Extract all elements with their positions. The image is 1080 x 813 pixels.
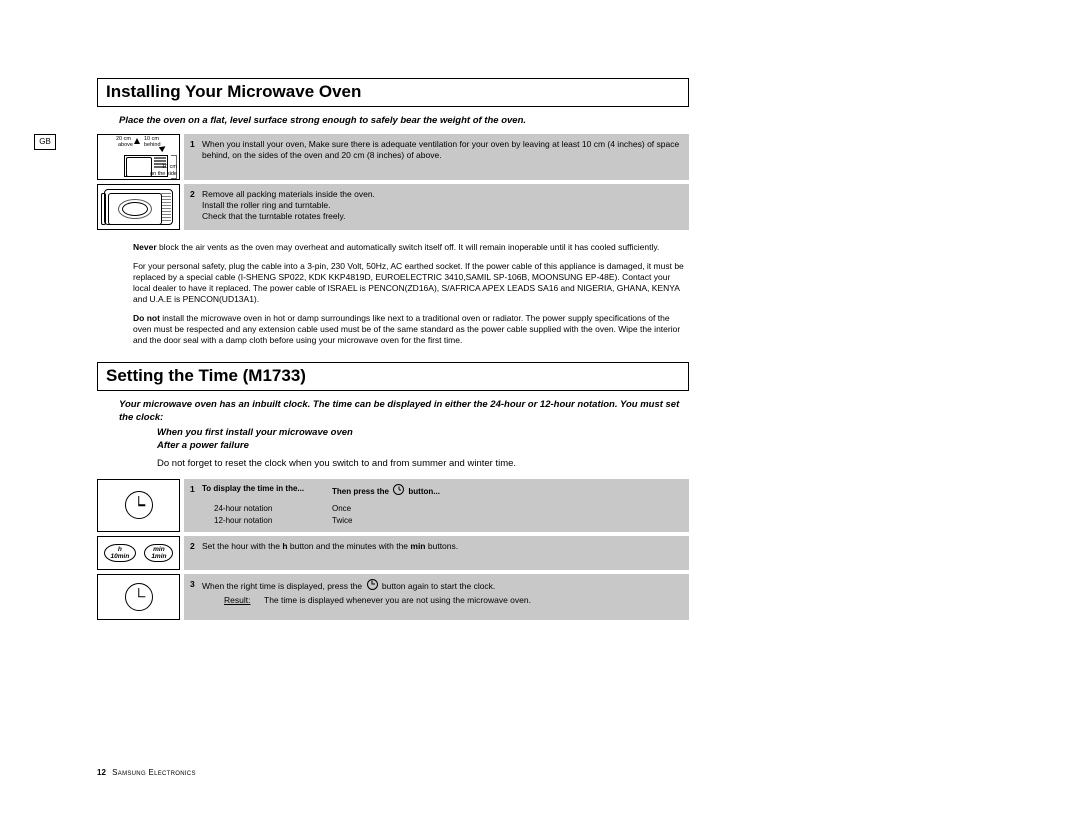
step-text: When you install your oven, Make sure th…	[202, 139, 683, 175]
step-number: 1	[190, 484, 202, 526]
install-step-2: 2 Remove all packing materials inside th…	[97, 184, 689, 230]
section-title-time: Setting the Time (M1733)	[97, 362, 689, 391]
diagram-label: on the side	[150, 172, 177, 178]
time-step-1: 1 To display the time in the... Then pre…	[97, 479, 689, 531]
turntable-diagram	[97, 184, 180, 230]
footer-brand: Samsung Electronics	[112, 768, 196, 777]
clock-icon	[367, 579, 378, 590]
step-body: 3 When the right time is displayed, pres…	[184, 574, 689, 620]
time-bullet: After a power failure	[157, 440, 689, 453]
page-content: Installing Your Microwave Oven Place the…	[97, 78, 689, 624]
safety-paragraph: For your personal safety, plug the cable…	[133, 261, 689, 305]
step-body: 1 To display the time in the... Then pre…	[184, 479, 689, 531]
time-step-3: 3 When the right time is displayed, pres…	[97, 574, 689, 620]
step-number: 2	[190, 541, 202, 565]
step-body: 2 Remove all packing materials inside th…	[184, 184, 689, 230]
step-number: 2	[190, 189, 202, 225]
step-text: When the right time is displayed, press …	[202, 579, 683, 606]
hour-min-buttons-diagram: h 10min min 1min	[97, 536, 180, 570]
step-number: 1	[190, 139, 202, 175]
warning-donot: Do not install the microwave oven in hot…	[133, 313, 689, 346]
arrow-up-icon	[134, 138, 140, 144]
region-badge: GB	[34, 134, 56, 150]
step-text: Set the hour with the h button and the m…	[202, 541, 683, 565]
clock-button-diagram	[97, 574, 180, 620]
min-button-icon: min 1min	[144, 544, 173, 562]
install-intro: Place the oven on a flat, level surface …	[119, 115, 689, 128]
h-button-icon: h 10min	[104, 544, 137, 562]
ventilation-diagram: 20 cm above 10 cm behind 10 cm on the si…	[97, 134, 180, 180]
result-line: Result: The time is displayed whenever y…	[202, 595, 683, 606]
step-body: 2 Set the hour with the h button and the…	[184, 536, 689, 570]
time-bullet: When you first install your microwave ov…	[157, 427, 689, 440]
install-step-1: 20 cm above 10 cm behind 10 cm on the si…	[97, 134, 689, 180]
clock-icon	[393, 484, 404, 495]
arrow-icon	[159, 144, 167, 152]
table-rows: 24-hour notationOnce 12-hour notationTwi…	[202, 503, 683, 527]
diagram-label: 10 cm	[162, 165, 177, 171]
step-number: 3	[190, 579, 202, 606]
time-step-2: h 10min min 1min 2 Set the hour with the…	[97, 536, 689, 570]
step-text: Remove all packing materials inside the …	[202, 189, 683, 225]
time-intro: Your microwave oven has an inbuilt clock…	[119, 399, 689, 425]
diagram-label: above	[118, 143, 133, 149]
page-number: 12	[97, 768, 106, 777]
step-line: Install the roller ring and turntable.	[202, 200, 683, 211]
summer-note: Do not forget to reset the clock when yo…	[157, 458, 689, 471]
table-header: To display the time in the... Then press…	[202, 484, 683, 497]
clock-button-diagram	[97, 479, 180, 531]
step-line: Remove all packing materials inside the …	[202, 189, 683, 200]
clock-icon	[125, 583, 153, 611]
step-line: Check that the turntable rotates freely.	[202, 211, 683, 222]
page-footer: 12 Samsung Electronics	[97, 768, 196, 777]
clock-icon	[125, 491, 153, 519]
step-body: 1 When you install your oven, Make sure …	[184, 134, 689, 180]
warning-never: Never block the air vents as the oven ma…	[133, 242, 689, 253]
section-title-install: Installing Your Microwave Oven	[97, 78, 689, 107]
